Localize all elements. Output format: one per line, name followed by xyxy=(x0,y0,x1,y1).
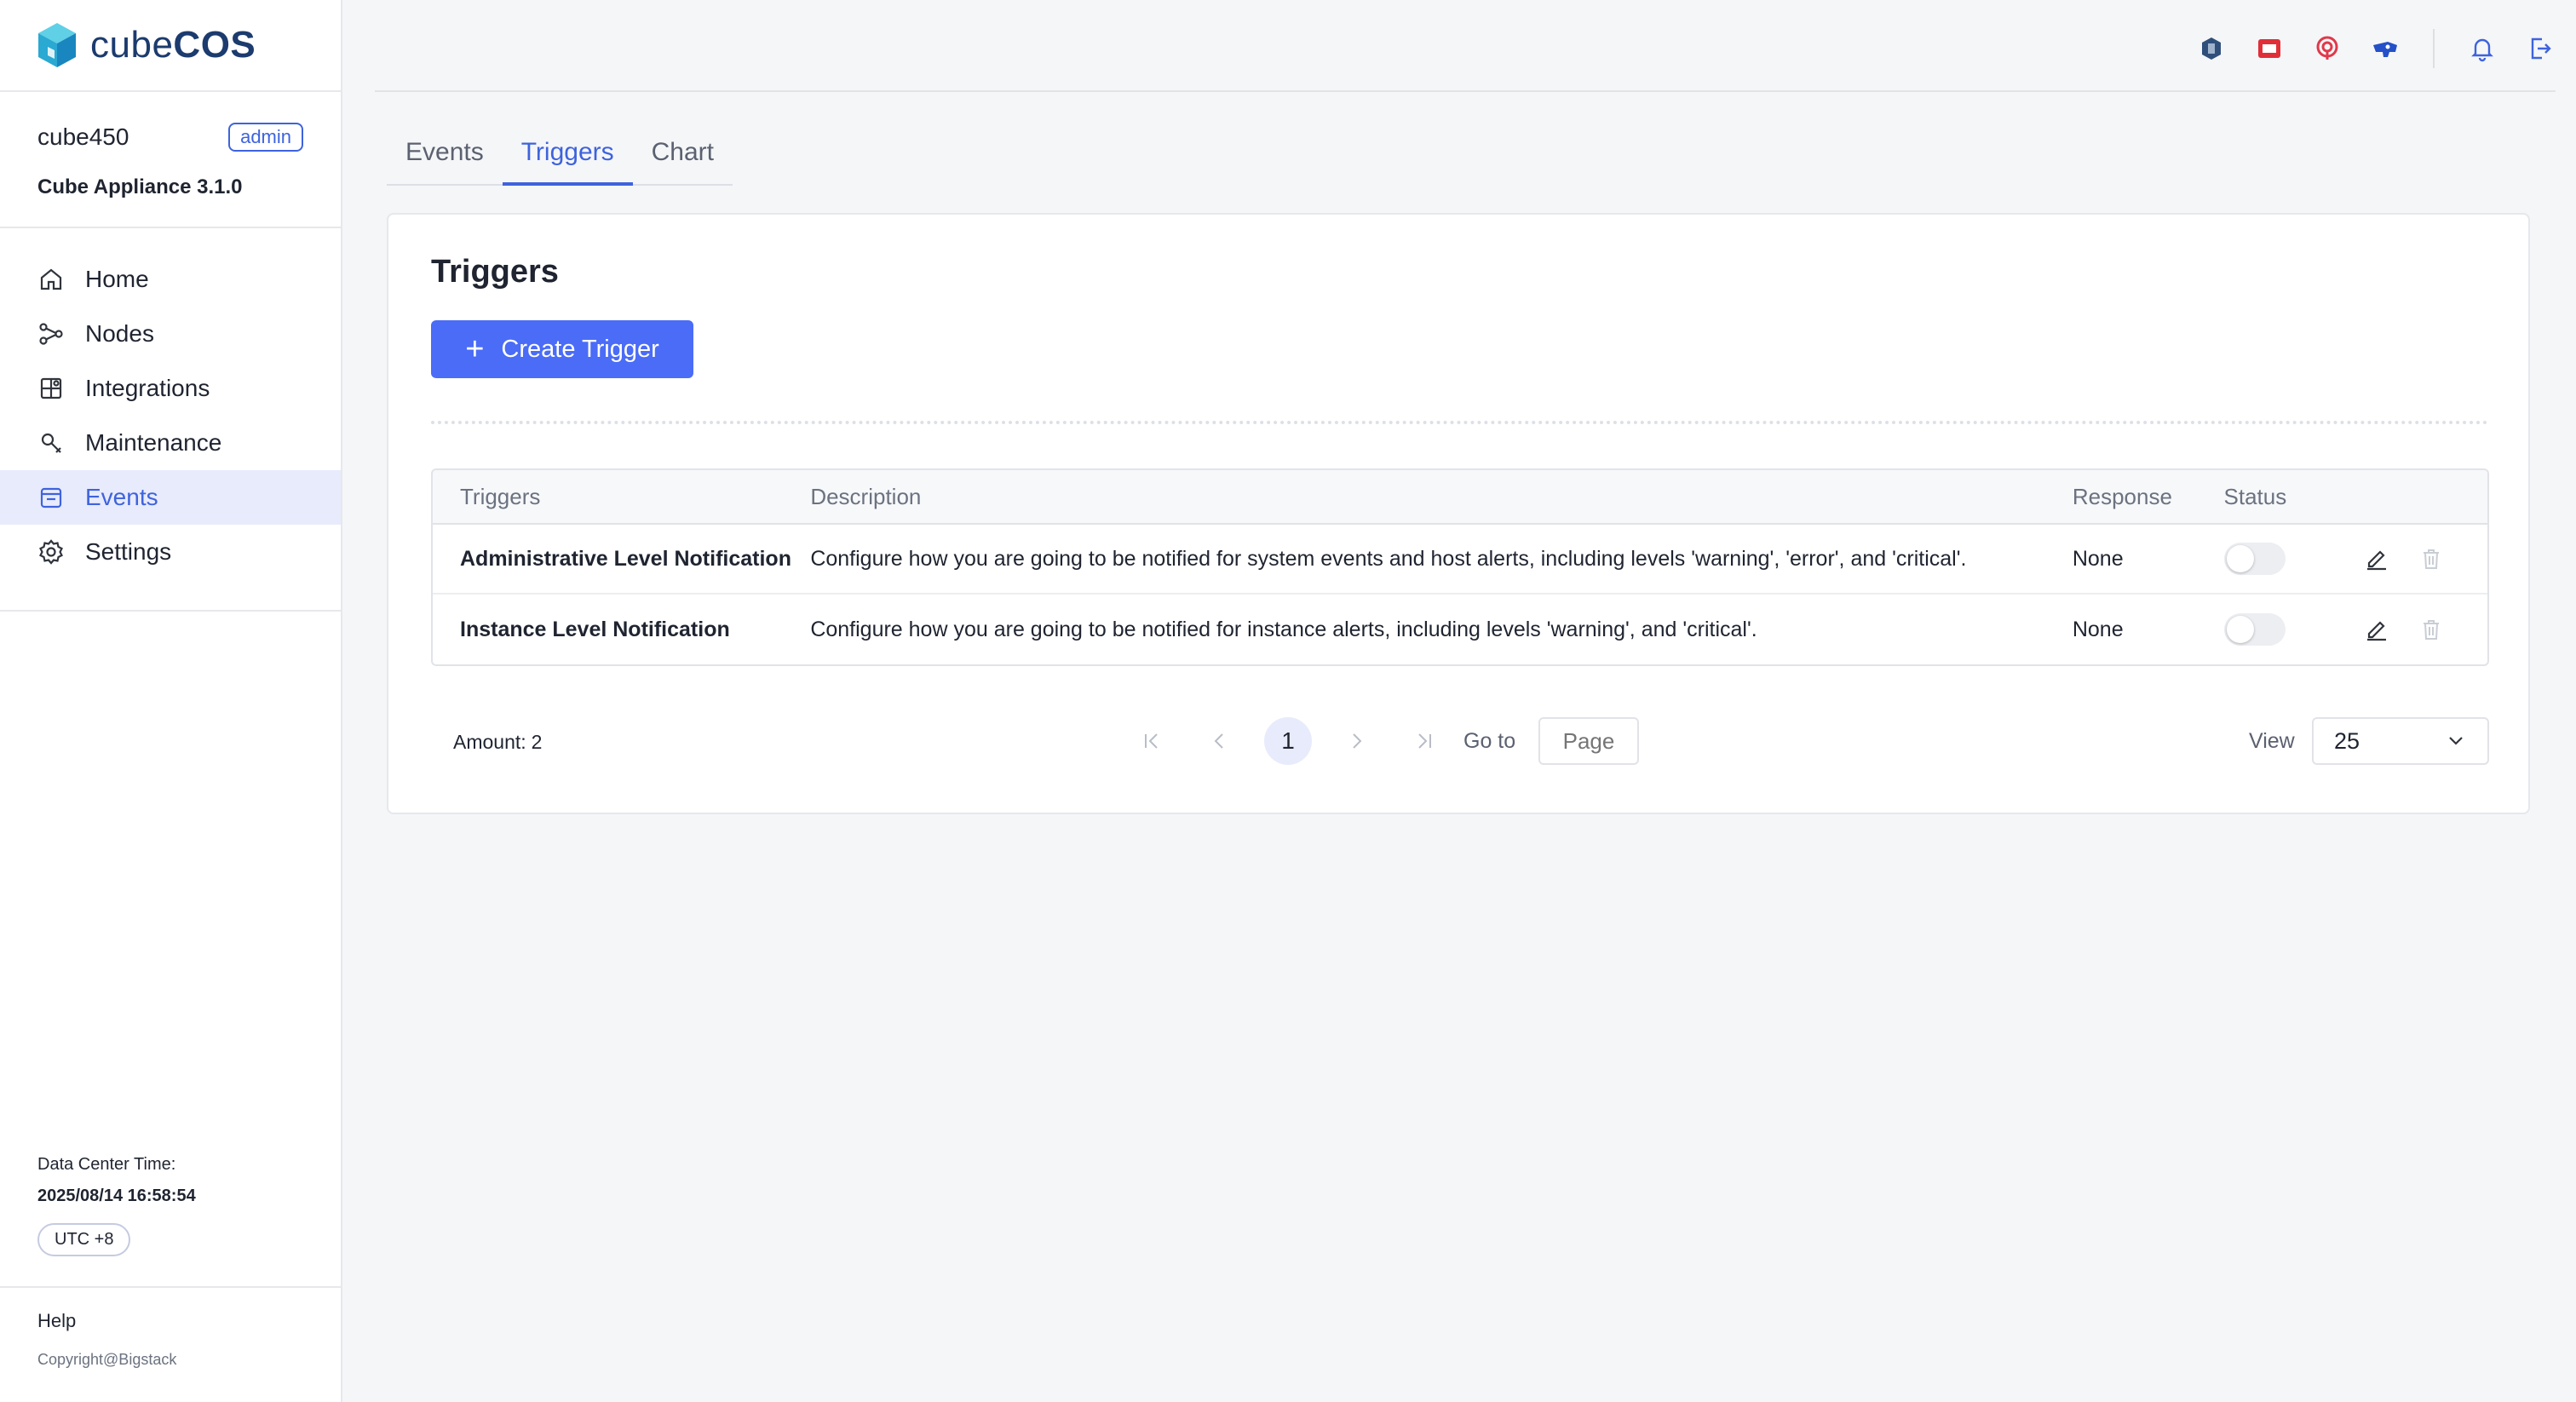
trigger-response: None xyxy=(2072,617,2124,641)
timezone-badge: UTC +8 xyxy=(37,1223,131,1256)
top-bar xyxy=(375,0,2556,92)
pagination: Amount:2 1 Go to View 25 xyxy=(431,717,2489,767)
sidebar-item-events[interactable]: Events xyxy=(0,470,341,525)
openshift-icon[interactable] xyxy=(2254,33,2285,64)
ceph-icon[interactable] xyxy=(2312,33,2343,64)
brand-logo[interactable]: cubeCOS xyxy=(0,0,341,92)
logout-icon[interactable] xyxy=(2525,33,2556,64)
sidebar-item-label: Maintenance xyxy=(85,429,222,456)
column-header-triggers: Triggers xyxy=(460,483,541,509)
status-toggle[interactable] xyxy=(2223,543,2286,575)
triggers-table: Triggers Description Response Status Adm… xyxy=(431,468,2489,666)
page-title: Triggers xyxy=(431,254,559,290)
toolbar-divider xyxy=(2433,29,2435,68)
sidebar-item-home[interactable]: Home xyxy=(0,252,341,307)
edit-icon[interactable] xyxy=(2361,614,2392,645)
copyright: Copyright@Bigstack xyxy=(37,1351,177,1368)
integrations-icon xyxy=(40,377,62,399)
wrench-icon xyxy=(41,433,61,453)
kubernetes-icon[interactable] xyxy=(2370,33,2401,64)
goto-page-input[interactable] xyxy=(1538,717,1639,765)
gear-icon xyxy=(39,539,63,565)
brand-name: cubeCOS xyxy=(90,24,256,66)
openstack-icon[interactable] xyxy=(2196,33,2227,64)
sidebar-item-maintenance[interactable]: Maintenance xyxy=(0,416,341,470)
role-badge: admin xyxy=(228,123,303,152)
sidebar: cubeCOS cube450 admin Cube Appliance 3.1… xyxy=(0,0,342,1402)
nodes-icon xyxy=(39,323,63,345)
column-header-description: Description xyxy=(810,483,922,509)
chevron-down-icon xyxy=(2449,737,2463,745)
divider xyxy=(431,421,2489,424)
status-toggle[interactable] xyxy=(2223,613,2286,646)
sidebar-nav: Home Nodes Integrations Maintenance Even… xyxy=(0,228,341,612)
top-icons xyxy=(2169,29,2556,68)
page-number-current[interactable]: 1 xyxy=(1264,717,1312,765)
tab-triggers[interactable]: Triggers xyxy=(502,135,633,186)
tab-bar: Events Triggers Chart xyxy=(387,135,733,186)
sidebar-footer: Help Copyright@Bigstack xyxy=(0,1286,341,1391)
trigger-description: Configure how you are going to be notifi… xyxy=(810,617,1757,641)
edit-icon[interactable] xyxy=(2361,543,2392,574)
trash-icon[interactable] xyxy=(2416,614,2447,645)
account-panel: cube450 admin Cube Appliance 3.1.0 xyxy=(0,92,341,228)
sidebar-item-settings[interactable]: Settings xyxy=(0,525,341,579)
sidebar-item-integrations[interactable]: Integrations xyxy=(0,361,341,416)
sidebar-item-label: Nodes xyxy=(85,320,154,347)
create-trigger-button[interactable]: + Create Trigger xyxy=(431,320,693,378)
table-row: Administrative Level Notification Config… xyxy=(433,525,2487,595)
tab-chart[interactable]: Chart xyxy=(633,135,733,184)
view-label: View xyxy=(2249,729,2295,753)
datacenter-time-label: Data Center Time: xyxy=(37,1155,176,1174)
bell-icon[interactable] xyxy=(2467,33,2498,64)
trigger-response: None xyxy=(2072,546,2124,571)
datacenter-time: Data Center Time: 2025/08/14 16:58:54 UT… xyxy=(37,1155,196,1256)
help-link[interactable]: Help xyxy=(37,1310,303,1332)
sidebar-item-label: Home xyxy=(85,266,149,292)
trigger-name: Administrative Level Notification xyxy=(460,546,791,571)
table-row: Instance Level Notification Configure ho… xyxy=(433,595,2487,664)
sidebar-item-label: Settings xyxy=(85,538,172,565)
username: cube450 xyxy=(37,124,129,150)
amount-count: Amount: 2 xyxy=(453,731,543,753)
toggle-knob xyxy=(2226,616,2254,643)
table-header: Triggers Description Response Status xyxy=(433,470,2487,525)
appliance-version: Cube Appliance 3.1.0 xyxy=(37,175,243,198)
prev-page-icon[interactable] xyxy=(1196,717,1244,765)
page-size-value: 25 xyxy=(2334,727,2360,754)
column-header-status: Status xyxy=(2223,483,2287,509)
page-size-select[interactable]: 25 xyxy=(2312,717,2489,765)
plus-icon: + xyxy=(465,331,485,367)
sidebar-item-label: Integrations xyxy=(85,375,210,401)
tab-events[interactable]: Events xyxy=(387,135,503,184)
sidebar-item-nodes[interactable]: Nodes xyxy=(0,307,341,361)
trigger-name: Instance Level Notification xyxy=(460,617,730,641)
goto-label: Go to xyxy=(1463,729,1516,753)
datacenter-time-value: 2025/08/14 16:58:54 xyxy=(37,1187,196,1205)
triggers-card: Triggers + Create Trigger Triggers Descr… xyxy=(387,213,2530,814)
home-icon xyxy=(40,268,62,290)
last-page-icon[interactable] xyxy=(1400,717,1448,765)
cube-logo-icon xyxy=(38,23,76,67)
next-page-icon[interactable] xyxy=(1332,717,1380,765)
events-icon xyxy=(40,487,62,509)
toggle-knob xyxy=(2226,545,2254,572)
create-trigger-label: Create Trigger xyxy=(501,335,659,363)
trigger-description: Configure how you are going to be notifi… xyxy=(810,546,1967,571)
trash-icon[interactable] xyxy=(2416,543,2447,574)
column-header-response: Response xyxy=(2072,483,2172,509)
first-page-icon[interactable] xyxy=(1128,717,1176,765)
sidebar-item-label: Events xyxy=(85,484,158,510)
